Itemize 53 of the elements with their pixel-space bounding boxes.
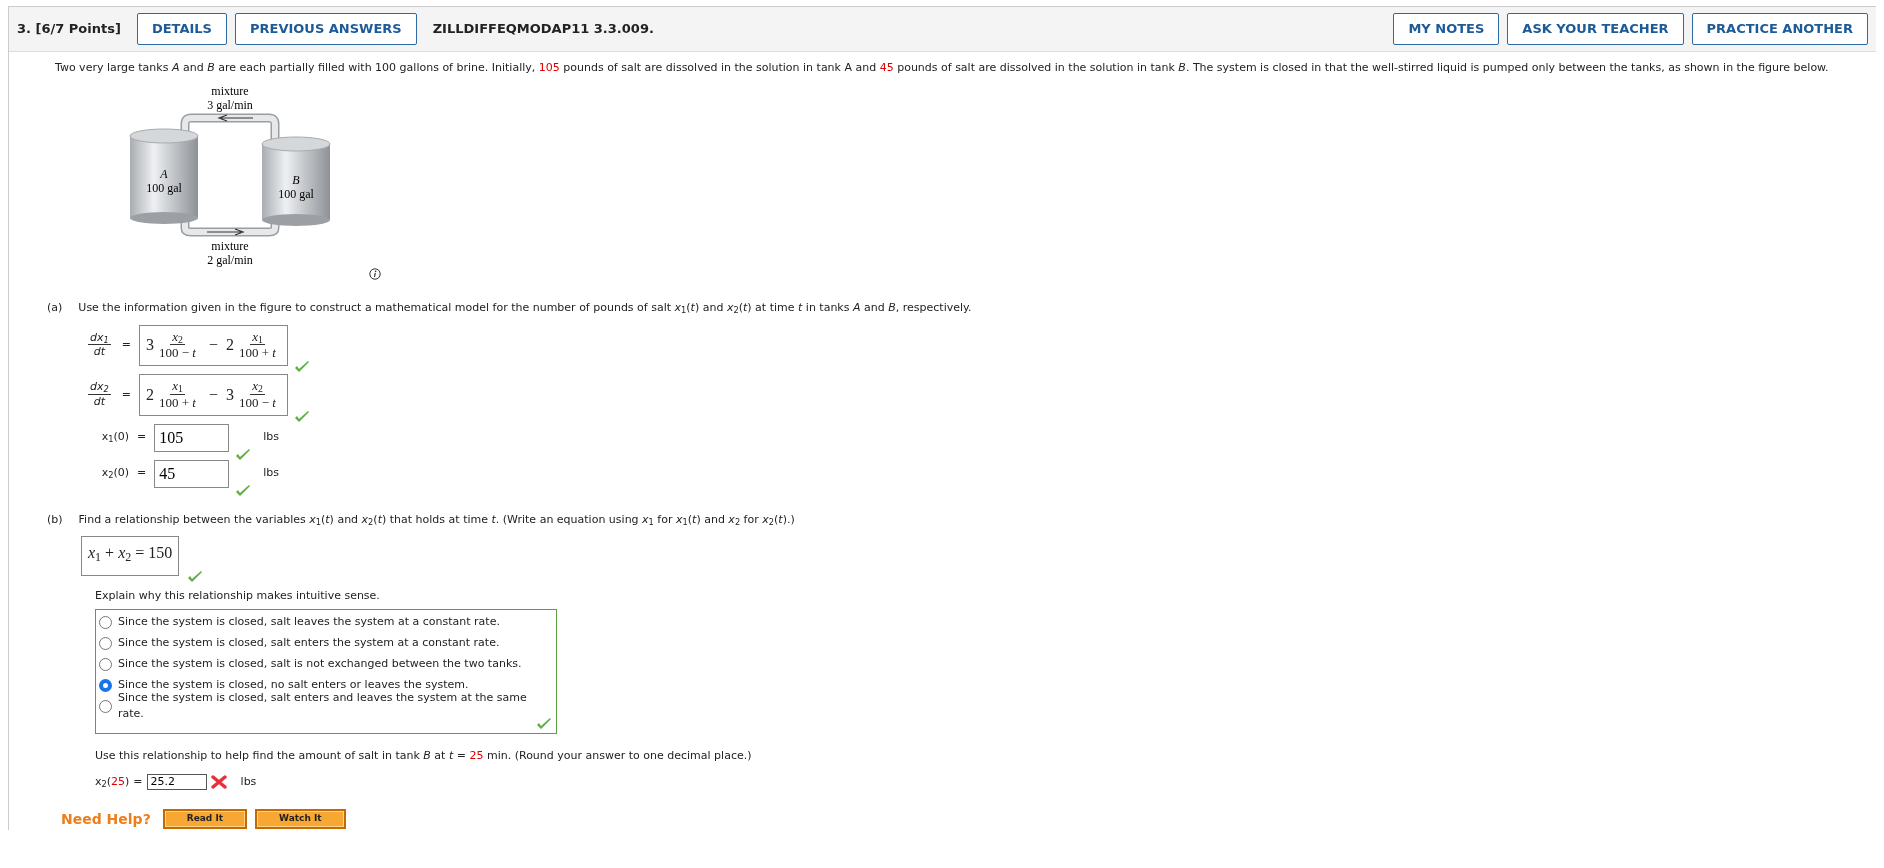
part-label: (b) — [47, 511, 63, 528]
unit-label: lbs — [263, 465, 279, 482]
value-field[interactable]: 45 — [154, 459, 230, 488]
option-label: Since the system is closed, salt is not exchanged between the two tanks. — [118, 655, 522, 672]
question-prompt: Find a relationship between the variables x$_{1}$(t) and x$_{2}$(t) that holds at time t. (Write an equation using x$_{1}$ for x$_{1}$(t) and x$_{2}$ for x$_{2}$(t).) — [78, 511, 795, 529]
equals-sign: = — [137, 429, 147, 446]
info-icon[interactable] — [369, 268, 381, 280]
option-label: Since the system is closed, no salt enters or leaves the system. — [118, 676, 469, 693]
flow-label: mixture — [211, 84, 249, 98]
radio-button[interactable] — [99, 615, 112, 629]
intro-paragraph: Two very large tanks A and B are each partially filled with 100 gallons of brine. Initially, 105 pounds of salt are dissolved in the solution in tank A and 45 pounds of salt are dissolved in the solution in tank B. The system is closed in that the well-stirred liquid is pumped only between the tanks, as shown in the figure below. — [55, 59, 1830, 76]
help-button[interactable]: Read It — [162, 809, 248, 829]
question-prompt: Explain why this relationship makes intuitive sense. — [95, 588, 381, 605]
question-code: ZILLDIFFEQMODAP11 3.3.009. — [432, 20, 654, 38]
flow-label: mixture — [211, 239, 249, 253]
tank-letter: A — [160, 167, 168, 181]
equals-sign: = — [121, 386, 131, 403]
header-button[interactable]: ASK YOUR TEACHER — [1507, 13, 1684, 45]
question-prompt: Use this relationship to help find the amount of salt in tank B at t = 25 min. (Round your answer to one decimal place.) — [95, 747, 753, 764]
equals-sign: = — [133, 774, 143, 791]
header-button[interactable]: DETAILS — [136, 13, 227, 45]
variable-label: x$_{2}$(25) — [95, 774, 130, 791]
flow-rate-label: 2 gal/min — [207, 253, 253, 267]
help-title: Need Help? — [61, 809, 151, 829]
unit-label: lbs — [240, 774, 257, 791]
header-button[interactable]: PRACTICE ANOTHER — [1691, 13, 1868, 45]
option-label: Since the system is closed, salt enters the system at a constant rate. — [118, 634, 500, 651]
option-label: Since the system is closed, salt enters and leaves the system at the same rate. — [118, 690, 528, 723]
equals-sign: = — [137, 465, 147, 482]
tank-volume-label: 100 gal — [278, 187, 314, 201]
derivative-label: dx$_{1}$ dt — [88, 331, 111, 359]
header-button[interactable]: MY NOTES — [1393, 13, 1500, 45]
derivative-label: dx$_{2}$ dt — [88, 381, 111, 409]
tank-letter: B — [292, 173, 300, 187]
question-number: 3. [6/7 Points] — [17, 20, 121, 38]
flow-rate-label: 3 gal/min — [207, 98, 253, 112]
radio-button[interactable] — [99, 678, 112, 692]
value-field[interactable]: 105 — [154, 423, 230, 452]
variable-label: x$_{1}$(0) — [100, 429, 129, 446]
header-button[interactable]: PREVIOUS ANSWERS — [234, 13, 417, 45]
radio-button[interactable] — [99, 699, 112, 713]
part-label: (a) — [47, 300, 63, 316]
question-prompt: Use the information given in the figure to construct a mathematical model for the number of pounds of salt x$_{1}$(t) and x$_{2}$(t) at time t in tanks A and B, respectively. — [78, 300, 972, 317]
radio-button[interactable] — [99, 636, 112, 650]
option-label: Since the system is closed, salt leaves the system at a constant rate. — [118, 613, 500, 630]
equals-sign: = — [121, 337, 131, 353]
answer-field[interactable]: x$_{1}$ + x$_{2}$ = 150 — [81, 536, 180, 577]
help-button[interactable]: Watch It — [255, 809, 346, 829]
variable-label: x$_{2}$(0) — [100, 465, 129, 482]
radio-button[interactable] — [99, 657, 112, 671]
tank-volume-label: 100 gal — [146, 181, 182, 195]
unit-label: lbs — [263, 429, 279, 446]
answer-field[interactable]: 25.2 — [146, 774, 207, 791]
